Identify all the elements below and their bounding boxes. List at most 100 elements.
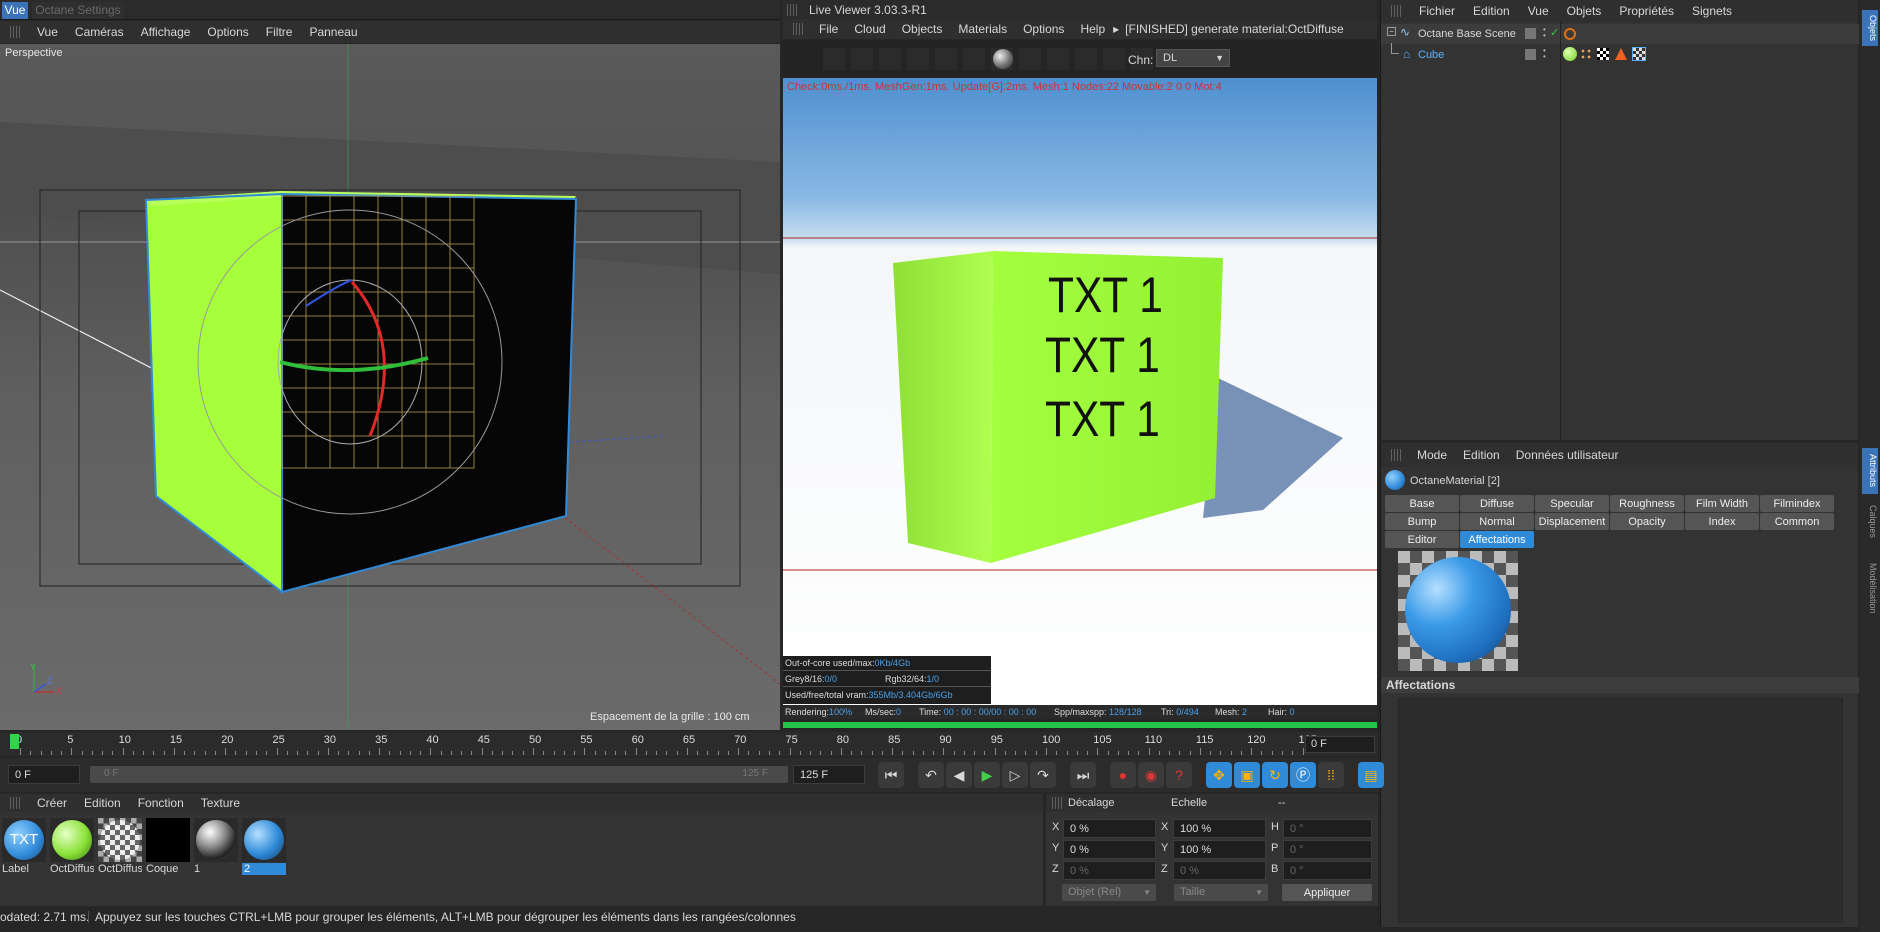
tab-roughness[interactable]: Roughness [1610,495,1684,512]
menu-vue[interactable]: Vue [37,25,58,39]
go-start-icon[interactable]: ⏮ [878,762,904,788]
tab-displacement[interactable]: Displacement [1535,513,1609,530]
start-frame-field[interactable]: 0 F [8,765,80,784]
rotation-field[interactable]: 0 ° [1283,861,1372,880]
scale-field[interactable]: 0 % [1173,861,1266,880]
keyframe-help-icon[interactable]: ? [1166,762,1192,788]
side-tab-modelisation[interactable]: Modélisation [1862,552,1878,624]
tab-editor[interactable]: Editor [1385,531,1459,548]
material-item-label[interactable]: TXT Label [2,818,46,875]
obj-menu-fichier[interactable]: Fichier [1419,4,1455,18]
tab-opacity[interactable]: Opacity [1610,513,1684,530]
autokey-icon[interactable]: ◉ [1138,762,1164,788]
position-field[interactable]: 0 % [1063,861,1156,880]
material-item-octdiffus-green[interactable]: OctDiffus [50,818,94,875]
apply-button[interactable]: Appliquer [1282,884,1372,901]
mat-menu-fonction[interactable]: Fonction [138,796,184,810]
prev-frame-icon[interactable]: ◀ [946,762,972,788]
mat-menu-texture[interactable]: Texture [201,796,240,810]
object-row-cube[interactable]: ⌂ Cube • • [1381,43,1859,65]
attr-menu-donnees[interactable]: Données utilisateur [1516,448,1619,462]
tab-affectations[interactable]: Affectations [1460,531,1534,548]
expand-icon[interactable]: − [1387,27,1396,36]
mat-menu-edition[interactable]: Edition [84,796,121,810]
check-icon[interactable]: ✓ [1550,26,1559,39]
rotation-field[interactable]: 0 ° [1283,840,1372,859]
tab-bump[interactable]: Bump [1385,513,1459,530]
lv-menu-file[interactable]: File [819,22,838,36]
move-key-icon[interactable]: ✥ [1206,762,1232,788]
side-tab-objets[interactable]: Objets [1862,10,1878,46]
rotate-key-icon[interactable]: ↻ [1262,762,1288,788]
position-field[interactable]: 0 % [1063,819,1156,838]
tab-normal[interactable]: Normal [1460,513,1534,530]
material-item-coque[interactable]: Coque [146,818,190,875]
menu-panneau[interactable]: Panneau [309,25,357,39]
grip-icon[interactable] [10,26,20,38]
tab-octane-settings[interactable]: Octane Settings [32,2,124,19]
tab-specular[interactable]: Specular [1535,495,1609,512]
tab-film-width[interactable]: Film Width [1685,495,1759,512]
grip-icon[interactable] [1052,797,1062,809]
chn-select[interactable]: DL ▼ [1156,49,1230,67]
grip-icon[interactable] [1391,449,1401,461]
go-end-icon[interactable]: ⏭ [1070,762,1096,788]
material-ball-icon[interactable] [993,49,1013,69]
checker-tag-icon[interactable] [1597,48,1609,60]
lv-menu-arrow-icon[interactable]: ▸ [1113,22,1119,36]
obj-menu-signets[interactable]: Signets [1692,4,1732,18]
lv-menu-objects[interactable]: Objects [902,22,943,36]
scale-field[interactable]: 100 % [1173,840,1266,859]
side-tab-calques[interactable]: Calques [1862,500,1878,544]
grip-icon[interactable] [787,4,797,16]
affectations-list[interactable] [1398,698,1843,923]
checker-blue-tag-icon[interactable] [1632,47,1646,61]
lv-menu-options[interactable]: Options [1023,22,1064,36]
lv-menu-materials[interactable]: Materials [958,22,1007,36]
grip-icon[interactable] [10,797,20,809]
play-icon[interactable]: ▶ [974,762,1000,788]
end-frame-field[interactable]: 125 F [793,765,865,784]
material-item-2[interactable]: 2 [242,818,286,875]
prev-key-icon[interactable]: ↶ [918,762,944,788]
coord-mode-select[interactable]: Objet (Rel) ▼ [1062,884,1156,901]
object-row-octane-base-scene[interactable]: − ∿ Octane Base Scene • • ✓ [1381,24,1859,44]
warning-tag-icon[interactable] [1615,48,1627,60]
current-frame-field[interactable]: 0 F [1305,736,1375,753]
scale-field[interactable]: 100 % [1173,819,1266,838]
tab-vue[interactable]: Vue [2,2,28,19]
grip-icon[interactable] [1391,5,1401,17]
tab-index[interactable]: Index [1685,513,1759,530]
playhead-marker[interactable] [10,734,19,749]
position-field[interactable]: 0 % [1063,840,1156,859]
visibility-dots-icon[interactable]: • • [1543,26,1546,40]
material-item-octdiffus-checker[interactable]: OctDiffus [98,818,142,875]
record-icon[interactable]: ● [1110,762,1136,788]
param-key-icon[interactable]: Ⓟ [1290,762,1316,788]
attr-menu-mode[interactable]: Mode [1417,448,1447,462]
next-key-icon[interactable]: ↷ [1030,762,1056,788]
rotation-field[interactable]: 0 ° [1283,819,1372,838]
material-item-1[interactable]: 1 [194,818,238,875]
texture-tag-icon[interactable] [1580,48,1592,60]
grip-icon[interactable] [793,23,803,35]
perspective-viewport[interactable]: Perspective Y X Z Espacement de la grill… [0,44,780,730]
obj-menu-edition[interactable]: Edition [1473,4,1510,18]
layer-icon[interactable] [1525,49,1536,60]
mat-menu-creer[interactable]: Créer [37,796,67,810]
tab-base[interactable]: Base [1385,495,1459,512]
timeline-ruler[interactable]: 0 5 10 15 20 25 30 35 40 45 50 55 60 65 70 75 80 85 90 95 10… [0,732,1378,756]
side-tab-attributs[interactable]: Attributs [1862,448,1878,494]
coord-size-select[interactable]: Taille ▼ [1174,884,1268,901]
grid-key-icon[interactable]: ⁞⁞ [1318,762,1344,788]
menu-options[interactable]: Options [207,25,248,39]
next-frame-icon[interactable]: ▷ [1002,762,1028,788]
lv-menu-cloud[interactable]: Cloud [854,22,885,36]
layer-icon[interactable] [1525,28,1536,39]
attr-menu-edition[interactable]: Edition [1463,448,1500,462]
visibility-dots-icon[interactable]: • • [1543,47,1546,61]
render-view[interactable]: Check:0ms./1ms. MeshGen:1ms. Update[G]:2… [783,78,1377,705]
scale-key-icon[interactable]: ▣ [1234,762,1260,788]
menu-affichage[interactable]: Affichage [141,25,191,39]
obj-menu-objets[interactable]: Objets [1567,4,1602,18]
